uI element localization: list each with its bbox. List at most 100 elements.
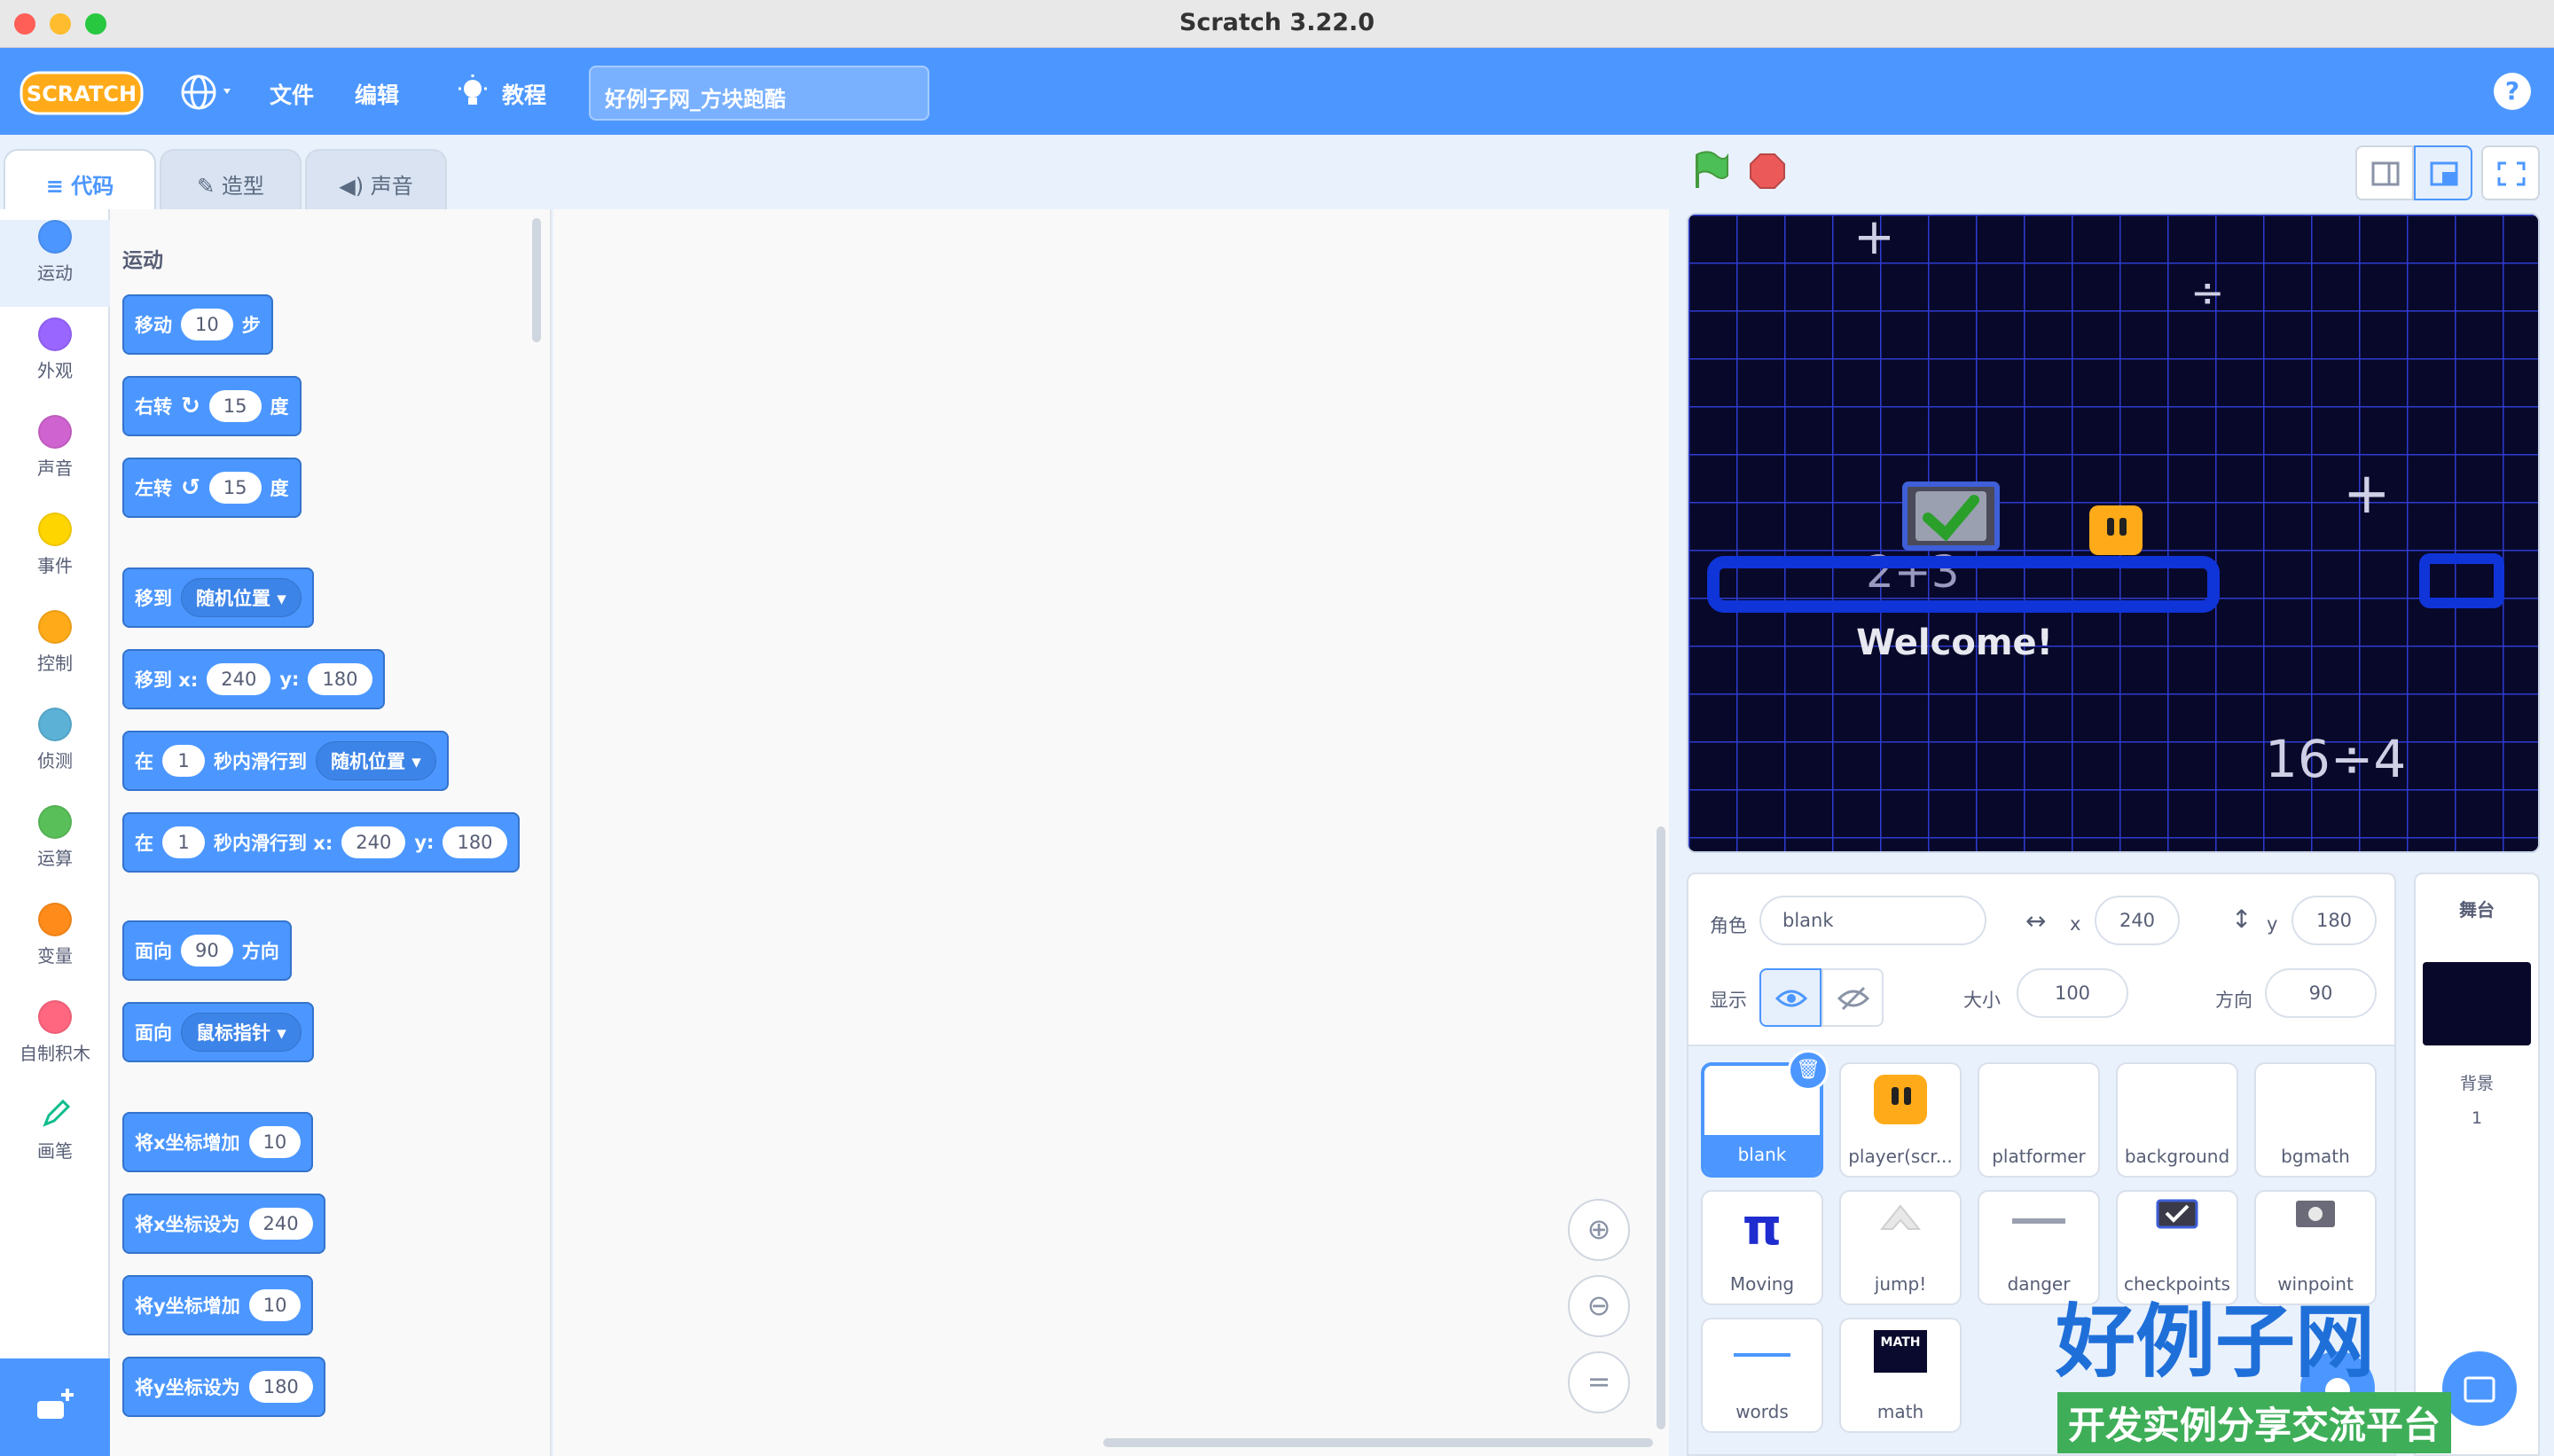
stage-canvas[interactable]: + ÷ + 16÷4 2+3 Welcome! bbox=[1687, 213, 2540, 853]
zoom-in-icon: ⊕ bbox=[1586, 1212, 1611, 1246]
block-turn-right[interactable]: 右转 ↻ 15 度 bbox=[122, 376, 302, 436]
sprite-tile[interactable]: π Moving bbox=[1701, 1190, 1823, 1305]
category-sound[interactable]: 声音 bbox=[0, 415, 110, 502]
backdrop-thumbnail[interactable] bbox=[2423, 962, 2531, 1045]
x-position-input[interactable]: 240 bbox=[2095, 896, 2180, 945]
category-dot bbox=[38, 513, 72, 546]
block-goto[interactable]: 移到 随机位置 ▾ bbox=[122, 568, 314, 628]
sprite-tile[interactable]: platformer bbox=[1978, 1062, 2100, 1178]
palette-scrollbar[interactable] bbox=[532, 218, 541, 342]
green-flag-icon[interactable] bbox=[1690, 149, 1731, 192]
code-tab-icon: ≡ bbox=[45, 174, 72, 199]
tutorials-menu[interactable]: 教程 bbox=[502, 78, 546, 110]
sprite-tile[interactable]: bgmath bbox=[2254, 1062, 2377, 1178]
category-events[interactable]: 事件 bbox=[0, 513, 110, 599]
watermark-logo: 好例子网 bbox=[2056, 1296, 2375, 1389]
large-stage-button[interactable] bbox=[2414, 145, 2472, 200]
direction-input[interactable]: 90 bbox=[2265, 968, 2377, 1018]
block-set-x[interactable]: 将x坐标设为 240 bbox=[122, 1194, 325, 1254]
block-change-y[interactable]: 将y坐标增加 10 bbox=[122, 1275, 314, 1335]
help-button[interactable]: ? bbox=[2494, 73, 2531, 110]
category-dot bbox=[38, 317, 72, 351]
sprite-name-input[interactable]: blank bbox=[1759, 896, 1986, 945]
block-glide[interactable]: 在 1 秒内滑行到 随机位置 ▾ bbox=[122, 731, 449, 791]
add-backdrop-button[interactable] bbox=[2442, 1351, 2517, 1426]
sprite-tile[interactable]: jump! bbox=[1839, 1190, 1962, 1305]
block-point-towards[interactable]: 面向 鼠标指针 ▾ bbox=[122, 1002, 314, 1062]
category-my-blocks[interactable]: 自制积木 bbox=[0, 1000, 110, 1087]
svg-text:MATH: MATH bbox=[1881, 1335, 1921, 1350]
category-variables[interactable]: 变量 bbox=[0, 903, 110, 990]
block-turn-left[interactable]: 左转 ↺ 15 度 bbox=[122, 458, 302, 518]
script-scrollbar-horizontal[interactable] bbox=[1103, 1438, 1653, 1447]
category-pen[interactable]: 画笔 bbox=[0, 1098, 110, 1185]
backdrops-label: 背景 bbox=[2459, 1074, 2494, 1093]
language-globe-icon[interactable] bbox=[179, 73, 238, 112]
backdrops-count: 1 bbox=[2471, 1108, 2483, 1128]
pen-icon bbox=[43, 1099, 71, 1127]
category-sensing[interactable]: 侦测 bbox=[0, 708, 110, 795]
checkpoint-thumb bbox=[2156, 1199, 2198, 1229]
sprite-name: math bbox=[1876, 1401, 1924, 1422]
sprite-tile[interactable]: background bbox=[2116, 1062, 2238, 1178]
add-extension-button[interactable] bbox=[0, 1358, 110, 1456]
svg-text:SCRATCH: SCRATCH bbox=[27, 82, 137, 106]
script-area[interactable] bbox=[553, 209, 1669, 1456]
small-stage-icon bbox=[2371, 161, 2400, 186]
script-scrollbar-vertical[interactable] bbox=[1657, 826, 1665, 1429]
show-sprite-button[interactable] bbox=[1759, 968, 1821, 1027]
y-position-input[interactable]: 180 bbox=[2292, 896, 2377, 945]
category-control[interactable]: 控制 bbox=[0, 610, 110, 697]
brush-icon: ✎ bbox=[197, 174, 222, 199]
sprite-name: player(scr... bbox=[1848, 1146, 1953, 1167]
file-menu[interactable]: 文件 bbox=[270, 78, 314, 110]
direction-label: 方向 bbox=[2215, 990, 2252, 1011]
show-label: 显示 bbox=[1710, 990, 1747, 1011]
zoom-in-button[interactable]: ⊕ bbox=[1568, 1199, 1630, 1261]
rotate-right-icon: ↻ bbox=[181, 393, 200, 419]
sprite-tile[interactable]: words bbox=[1701, 1318, 1823, 1433]
zoom-reset-button[interactable]: = bbox=[1568, 1351, 1630, 1413]
block-set-y[interactable]: 将y坐标设为 180 bbox=[122, 1357, 325, 1417]
y-label: y bbox=[2267, 913, 2278, 935]
stop-icon[interactable] bbox=[1749, 153, 1786, 190]
zoom-out-button[interactable]: ⊖ bbox=[1568, 1275, 1630, 1337]
fullscreen-icon bbox=[2497, 161, 2526, 186]
extension-icon bbox=[37, 1389, 74, 1419]
category-looks[interactable]: 外观 bbox=[0, 317, 110, 404]
winpoint-thumb bbox=[2296, 1201, 2335, 1227]
lightbulb-icon bbox=[458, 74, 487, 105]
block-point-direction[interactable]: 面向 90 方向 bbox=[122, 920, 292, 981]
block-glide-xy[interactable]: 在 1 秒内滑行到 x: 240 y: 180 bbox=[122, 812, 520, 873]
small-stage-button[interactable] bbox=[2355, 145, 2414, 200]
fullscreen-button[interactable] bbox=[2481, 145, 2540, 200]
sprite-name: platformer bbox=[1992, 1146, 2086, 1167]
tab-costumes[interactable]: ✎ 造型 bbox=[160, 149, 302, 209]
svg-text:16÷4: 16÷4 bbox=[2265, 729, 2406, 789]
block-move-steps[interactable]: 移动 10 步 bbox=[122, 294, 273, 355]
words-thumb bbox=[1734, 1353, 1790, 1357]
project-title-input[interactable]: 好例子网_方块跑酷 bbox=[589, 66, 929, 121]
menu-bar: SCRATCH 文件 编辑 教程 好例子网_方块跑酷 ? bbox=[0, 48, 2554, 135]
sprite-name: words bbox=[1735, 1401, 1789, 1422]
tab-code[interactable]: ≡ 代码 bbox=[4, 149, 156, 209]
speaker-icon: ◀) bbox=[339, 174, 371, 199]
size-input[interactable]: 100 bbox=[2017, 968, 2128, 1018]
trash-icon: 🗑 bbox=[1796, 1059, 1821, 1081]
stage-title: 舞台 bbox=[2459, 899, 2495, 920]
zoom-reset-icon: = bbox=[1586, 1365, 1611, 1398]
block-goto-xy[interactable]: 移到 x: 240 y: 180 bbox=[122, 649, 385, 709]
category-operators[interactable]: 运算 bbox=[0, 805, 110, 892]
edit-menu[interactable]: 编辑 bbox=[355, 78, 399, 110]
sprite-tile[interactable]: player(scr... bbox=[1839, 1062, 1962, 1178]
large-stage-icon bbox=[2430, 161, 2458, 186]
delete-sprite-button[interactable]: 🗑 bbox=[1788, 1050, 1829, 1091]
block-change-x[interactable]: 将x坐标增加 10 bbox=[122, 1112, 314, 1172]
scratch-logo[interactable]: SCRATCH bbox=[20, 69, 144, 117]
hide-sprite-button[interactable] bbox=[1821, 968, 1884, 1027]
tab-sounds[interactable]: ◀) 声音 bbox=[305, 149, 447, 209]
sprite-tile[interactable]: MATH math bbox=[1839, 1318, 1962, 1433]
window-titlebar: Scratch 3.22.0 bbox=[0, 0, 2554, 48]
sprite-label: 角色 bbox=[1710, 915, 1747, 936]
category-motion[interactable]: 运动 bbox=[0, 220, 110, 307]
